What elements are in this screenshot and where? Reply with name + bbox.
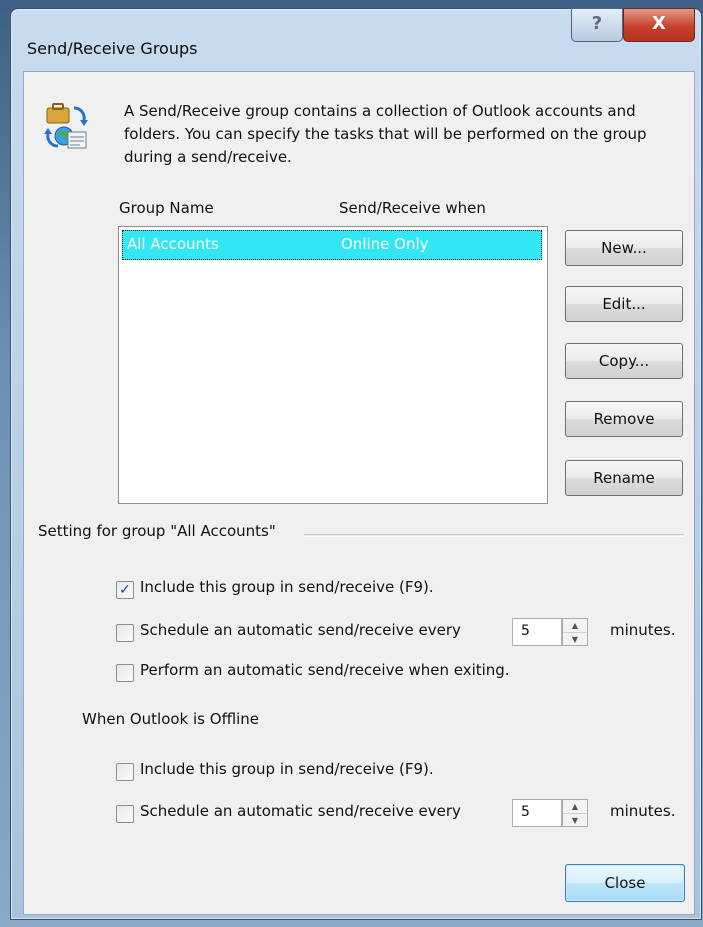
edit-button[interactable]: Edit...: [565, 286, 683, 322]
offline-section-label: When Outlook is Offline: [82, 710, 259, 728]
include-offline-checkbox[interactable]: [116, 763, 134, 781]
spin-down-icon[interactable]: ▼: [563, 632, 587, 646]
section-divider: [304, 534, 684, 537]
include-online-checkbox[interactable]: ✓: [116, 581, 134, 599]
spin-down-icon[interactable]: ▼: [563, 813, 587, 827]
intro-text: A Send/Receive group contains a collecti…: [124, 102, 647, 166]
dialog-title: Send/Receive Groups: [27, 39, 198, 58]
group-row-all-accounts[interactable]: All Accounts Online Only: [122, 230, 542, 260]
groups-list[interactable]: All Accounts Online Only: [118, 226, 548, 504]
rename-button[interactable]: Rename: [565, 460, 683, 496]
include-offline-label: Include this group in send/receive (F9).: [140, 760, 434, 778]
new-button[interactable]: New...: [565, 230, 683, 266]
group-name-cell: All Accounts: [127, 235, 219, 253]
schedule-offline-checkbox[interactable]: [116, 805, 134, 823]
exit-online-checkbox[interactable]: [116, 664, 134, 682]
schedule-offline-spinner[interactable]: ▲ ▼: [562, 799, 588, 827]
schedule-online-label: Schedule an automatic send/receive every: [140, 621, 461, 639]
remove-button[interactable]: Remove: [565, 401, 683, 437]
column-header-group-name: Group Name: [119, 199, 214, 217]
dialog-window: Send/Receive Groups ? X A Send/Receive g…: [10, 8, 702, 920]
group-when-cell: Online Only: [341, 235, 429, 253]
send-receive-groups-icon: [44, 103, 88, 149]
help-button[interactable]: ?: [571, 8, 623, 42]
exit-online-label: Perform an automatic send/receive when e…: [140, 661, 510, 679]
schedule-online-spinner[interactable]: ▲ ▼: [562, 618, 588, 646]
schedule-online-minutes-input[interactable]: 5: [512, 618, 562, 646]
minutes-online-label: minutes.: [610, 621, 676, 639]
copy-button[interactable]: Copy...: [565, 343, 683, 379]
title-bar: Send/Receive Groups ? X: [11, 8, 701, 71]
schedule-offline-minutes-input[interactable]: 5: [512, 799, 562, 827]
spin-up-icon[interactable]: ▲: [563, 619, 587, 632]
spin-up-icon[interactable]: ▲: [563, 800, 587, 813]
close-button[interactable]: Close: [565, 864, 685, 902]
schedule-offline-label: Schedule an automatic send/receive every: [140, 802, 461, 820]
dialog-body: A Send/Receive group contains a collecti…: [23, 71, 695, 915]
minutes-offline-label: minutes.: [610, 802, 676, 820]
window-close-button[interactable]: X: [623, 8, 695, 42]
group-settings-label: Setting for group "All Accounts": [38, 522, 282, 540]
column-header-send-receive-when: Send/Receive when: [339, 199, 486, 217]
include-online-label: Include this group in send/receive (F9).: [140, 578, 434, 596]
schedule-online-checkbox[interactable]: [116, 624, 134, 642]
